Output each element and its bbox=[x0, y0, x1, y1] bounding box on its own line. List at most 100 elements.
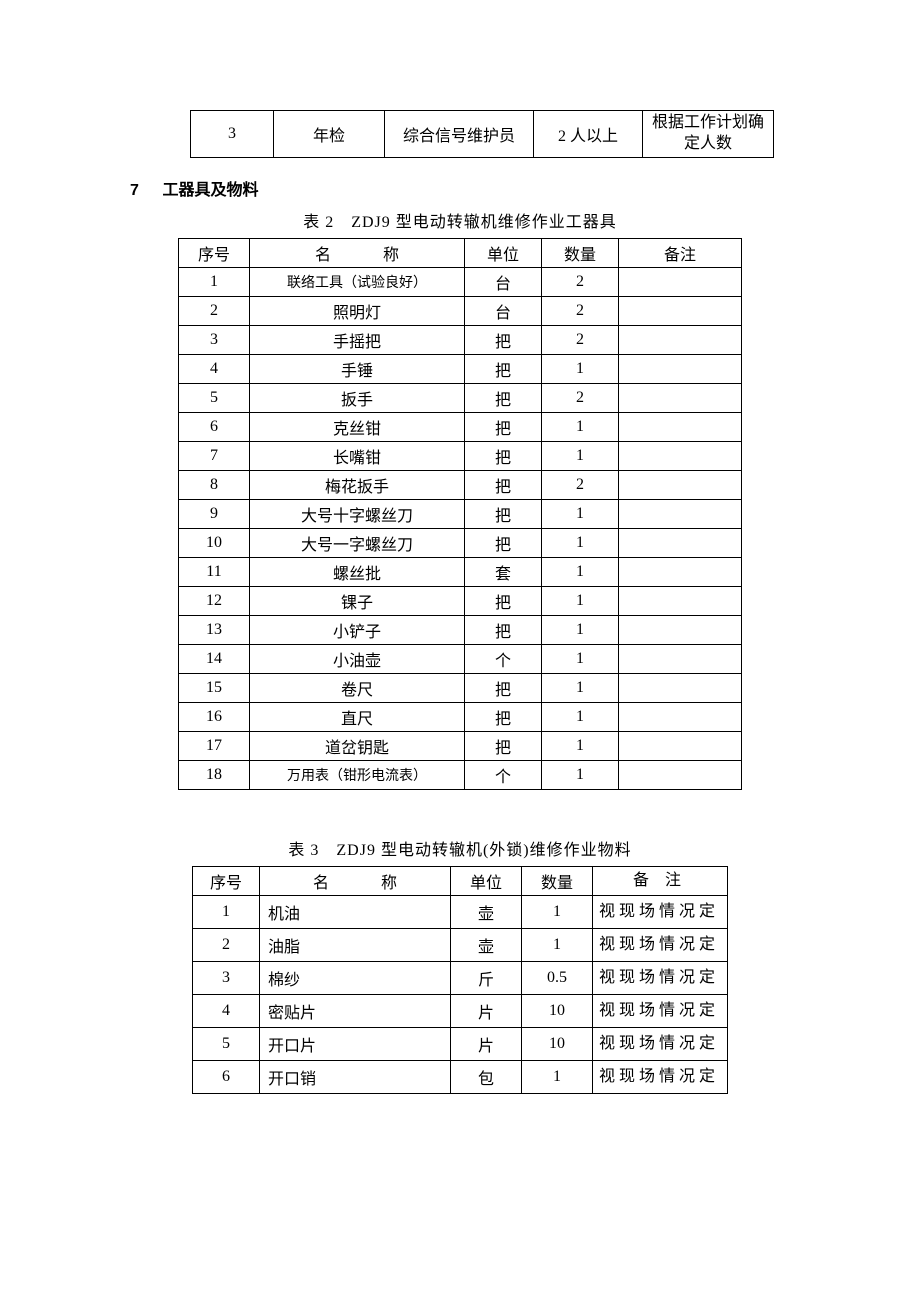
cell-note bbox=[619, 644, 742, 673]
table-row: 4手锤把1 bbox=[179, 354, 742, 383]
cell-num: 8 bbox=[179, 470, 250, 499]
cell-unit: 把 bbox=[465, 528, 542, 557]
cell-name: 小铲子 bbox=[250, 615, 465, 644]
col-note: 备注 bbox=[619, 238, 742, 267]
table-row: 6开口销包1视现场情况定 bbox=[193, 1060, 728, 1093]
cell-qty: 1 bbox=[542, 557, 619, 586]
cell-note bbox=[619, 412, 742, 441]
cell-note bbox=[619, 470, 742, 499]
cell-note bbox=[619, 615, 742, 644]
cell-qty: 2 bbox=[542, 383, 619, 412]
cell-note bbox=[619, 296, 742, 325]
cell-num: 14 bbox=[179, 644, 250, 673]
cell-num: 15 bbox=[179, 673, 250, 702]
cell-unit: 壶 bbox=[451, 928, 522, 961]
table-row: 11螺丝批套1 bbox=[179, 557, 742, 586]
cell-name: 克丝钳 bbox=[250, 412, 465, 441]
cell-unit: 套 bbox=[465, 557, 542, 586]
cell-unit: 把 bbox=[465, 441, 542, 470]
cell-name: 手摇把 bbox=[250, 325, 465, 354]
cell-name: 机油 bbox=[260, 895, 451, 928]
cell-qty: 1 bbox=[542, 528, 619, 557]
cell-name: 油脂 bbox=[260, 928, 451, 961]
cell-name: 万用表（钳形电流表） bbox=[250, 760, 465, 789]
cell-unit: 片 bbox=[451, 1027, 522, 1060]
cell-qty: 1 bbox=[542, 586, 619, 615]
cell-note bbox=[619, 325, 742, 354]
cell-note: 视现场情况定 bbox=[593, 961, 728, 994]
materials-table: 序号 名 称 单位 数量 备 注 1机油壶1视现场情况定2油脂壶1视现场情况定3… bbox=[192, 866, 728, 1094]
section-heading-7: 7 工器具及物料 bbox=[130, 176, 790, 200]
cell-qty: 1 bbox=[522, 1060, 593, 1093]
cell-num: 17 bbox=[179, 731, 250, 760]
cell-num: 1 bbox=[179, 267, 250, 296]
cell-note bbox=[619, 760, 742, 789]
cell-note bbox=[619, 731, 742, 760]
cell-qty: 2 bbox=[542, 470, 619, 499]
cell-note bbox=[619, 354, 742, 383]
table-row: 12锞子把1 bbox=[179, 586, 742, 615]
col-name: 名 称 bbox=[260, 866, 451, 895]
cell-unit: 把 bbox=[465, 325, 542, 354]
table-row: 5扳手把2 bbox=[179, 383, 742, 412]
cell-note bbox=[619, 586, 742, 615]
cell-note bbox=[619, 673, 742, 702]
cell-note: 根据工作计划确定人数 bbox=[643, 111, 774, 158]
cell-num: 2 bbox=[193, 928, 260, 961]
cell-num: 3 bbox=[179, 325, 250, 354]
cell-qty: 1 bbox=[542, 702, 619, 731]
table-row: 9大号十字螺丝刀把1 bbox=[179, 499, 742, 528]
section-title: 工器具及物料 bbox=[162, 182, 258, 199]
table-row: 1联络工具（试验良好）台2 bbox=[179, 267, 742, 296]
cell-qty: 1 bbox=[542, 760, 619, 789]
cell-name: 卷尺 bbox=[250, 673, 465, 702]
section-number: 7 bbox=[130, 182, 158, 200]
cell-num: 3 bbox=[191, 111, 274, 158]
cell-unit: 把 bbox=[465, 731, 542, 760]
col-num: 序号 bbox=[179, 238, 250, 267]
col-name: 名 称 bbox=[250, 238, 465, 267]
cell-note bbox=[619, 499, 742, 528]
cell-note bbox=[619, 441, 742, 470]
table-row: 5开口片片10视现场情况定 bbox=[193, 1027, 728, 1060]
cell-unit: 个 bbox=[465, 760, 542, 789]
cell-note: 视现场情况定 bbox=[593, 1027, 728, 1060]
cell-unit: 把 bbox=[465, 383, 542, 412]
cell-unit: 包 bbox=[451, 1060, 522, 1093]
cell-name: 大号一字螺丝刀 bbox=[250, 528, 465, 557]
cell-name: 手锤 bbox=[250, 354, 465, 383]
cell-num: 1 bbox=[193, 895, 260, 928]
cell-qty: 1 bbox=[542, 354, 619, 383]
table-row: 3手摇把把2 bbox=[179, 325, 742, 354]
cell-qty: 1 bbox=[542, 441, 619, 470]
cell-note bbox=[619, 528, 742, 557]
tools-table: 序号 名 称 单位 数量 备注 1联络工具（试验良好）台22照明灯台23手摇把把… bbox=[178, 238, 742, 790]
table-row: 3棉纱斤0.5视现场情况定 bbox=[193, 961, 728, 994]
cell-unit: 台 bbox=[465, 296, 542, 325]
cell-unit: 把 bbox=[465, 615, 542, 644]
cell-unit: 把 bbox=[465, 702, 542, 731]
cell-qty: 10 bbox=[522, 1027, 593, 1060]
cell-note: 视现场情况定 bbox=[593, 928, 728, 961]
cell-note: 视现场情况定 bbox=[593, 895, 728, 928]
cell-num: 16 bbox=[179, 702, 250, 731]
cell-num: 5 bbox=[193, 1027, 260, 1060]
cell-unit: 个 bbox=[465, 644, 542, 673]
col-unit: 单位 bbox=[465, 238, 542, 267]
cell-note bbox=[619, 383, 742, 412]
cell-name: 扳手 bbox=[250, 383, 465, 412]
cell-unit: 片 bbox=[451, 994, 522, 1027]
table-row: 16直尺把1 bbox=[179, 702, 742, 731]
cell-qty: 1 bbox=[522, 895, 593, 928]
cell-qty: 0.5 bbox=[522, 961, 593, 994]
cell-name: 螺丝批 bbox=[250, 557, 465, 586]
col-unit: 单位 bbox=[451, 866, 522, 895]
cell-qty: 10 bbox=[522, 994, 593, 1027]
col-note: 备 注 bbox=[593, 866, 728, 895]
table-row: 2照明灯台2 bbox=[179, 296, 742, 325]
cell-note bbox=[619, 557, 742, 586]
cell-qty: 2 bbox=[542, 325, 619, 354]
cell-num: 12 bbox=[179, 586, 250, 615]
table-row: 10大号一字螺丝刀把1 bbox=[179, 528, 742, 557]
cell-name: 梅花扳手 bbox=[250, 470, 465, 499]
